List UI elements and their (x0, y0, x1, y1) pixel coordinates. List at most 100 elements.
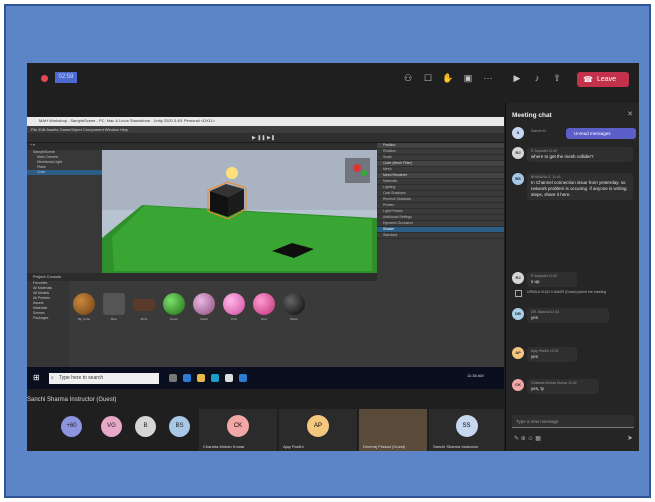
presenter-label: Sanchi Sharma Instructor (Guest) (27, 397, 117, 403)
chat-bubble: Ajay Pardhi 11:51 yes (527, 347, 577, 362)
asset-label: Pink (231, 317, 237, 321)
asset-label: Green (169, 317, 179, 321)
participants-strip: +60 VG B BS CK Chandra Mohan Kumar AP Aj… (27, 409, 504, 451)
microphone-icon[interactable]: ♪ (531, 72, 543, 84)
join-icon (515, 290, 522, 297)
participant-initials: AP (313, 423, 322, 429)
taskbar-search-label: Type here to search (59, 375, 104, 381)
leave-button[interactable]: ☎ Leave (577, 72, 629, 87)
camera-icon[interactable]: ▶ (511, 72, 523, 84)
system-message-text: URMILA VIJAY KUMAR (Guest) joined the me… (527, 290, 607, 294)
participant-avatar[interactable]: B (135, 416, 156, 437)
message-author: R Jayanthi (531, 149, 548, 153)
gif-icon[interactable]: ▦ (535, 436, 541, 442)
raise-hand-icon[interactable]: ✋ (442, 72, 454, 84)
inspector-panel: Position Rotation Scale Cube (Mesh Filte… (377, 143, 504, 367)
emoji-icon[interactable]: ☺ (527, 436, 533, 442)
breakout-rooms-icon[interactable]: ▣ (462, 72, 474, 84)
participant-name: Sanchi Sharma Instructor (433, 444, 479, 449)
scene-view (102, 143, 377, 273)
participant-avatar[interactable]: +60 (61, 416, 82, 437)
participant-avatar[interactable]: BS (169, 416, 190, 437)
meeting-chat-panel: Meeting chat ✕ Unread messages S Sanchi … (505, 103, 639, 451)
message-text: yes (531, 315, 539, 320)
scene-render (102, 150, 377, 273)
message-author: R Jayanthi (531, 274, 548, 278)
scene-tabs (102, 143, 377, 150)
participant-tile[interactable]: AP Ajay Pardhi (279, 409, 357, 451)
chat-bubble: R Jayanthi 11:40 where to get the mesh c… (527, 147, 633, 162)
attach-icon[interactable]: ⊕ (521, 436, 526, 442)
message-time: 11:41 (552, 175, 561, 179)
avatar: BS (512, 173, 524, 185)
browser-icon (239, 374, 247, 382)
asset-material (283, 293, 305, 315)
chat-icon[interactable]: ☐ (422, 72, 434, 84)
participant-name: Dheeraj Prasad (Guest) (363, 444, 406, 449)
asset-label: Black (290, 317, 298, 321)
unread-messages-button[interactable]: Unread messages (566, 128, 636, 139)
message-author: BHAVANA S. (531, 175, 552, 179)
project-tabs: Project Console (27, 273, 377, 281)
hierarchy-panel: + ▾ SampleScene Main Camera Directional … (27, 143, 102, 273)
unity-toolbar: ▶ ❚❚ ▶❚ (27, 133, 504, 143)
format-icon[interactable]: ✎ (514, 436, 519, 442)
unity-window-title: MAH Workshop - SampleScene - PC, Mac & L… (39, 118, 216, 123)
share-screen-icon[interactable]: ⇧ (551, 72, 563, 84)
send-icon[interactable]: ➤ (627, 434, 633, 442)
shared-screen: MAH Workshop - SampleScene - PC, Mac & L… (27, 117, 504, 389)
chat-bubble: Sanchi M. (527, 127, 567, 136)
participant-initials: B (143, 423, 148, 429)
asset-grid: Bk_Cube Blue Brick Green Metal Pink Red … (71, 293, 377, 333)
taskbar-search: ⌕ Type here to search (49, 373, 159, 384)
unity-task-icon (225, 374, 233, 382)
asset-material (253, 293, 275, 315)
avatar: CK (512, 379, 524, 391)
participant-initials: BS (175, 423, 184, 429)
participant-initials: +60 (66, 423, 77, 429)
meeting-toolbar: 02:59 ⚇ ☐ ✋ ▣ ··· ▶ ♪ ⇧ ☎ Leave (27, 63, 639, 94)
windows-start-icon: ⊞ (33, 373, 40, 382)
asset-label: Metal (200, 317, 208, 321)
meeting-timer: 02:59 (55, 72, 77, 83)
asset-material (133, 299, 155, 311)
participant-video-tile[interactable]: Dheeraj Prasad (Guest) (359, 409, 427, 451)
phone-icon: ☎ (583, 75, 593, 84)
message-author: Ajay Pardhi (531, 349, 549, 353)
message-input[interactable]: Type a new message (512, 415, 634, 428)
teams-meeting-window: 02:59 ⚇ ☐ ✋ ▣ ··· ▶ ♪ ⇧ ☎ Leave MAH Work… (27, 63, 639, 451)
message-text: where to get the mesh collider? (531, 154, 594, 159)
project-panel: Project Console Favorites All Materials … (27, 273, 377, 367)
asset-material (73, 293, 95, 315)
message-text: s up (531, 279, 540, 284)
chat-bubble: BHAVANA S. 11:41 In Channel connection i… (527, 173, 633, 200)
unity-menu-bar: File Edit Assets GameObject Component Wi… (27, 126, 504, 133)
project-tree-item: Packages (33, 316, 49, 320)
participant-tile[interactable]: SS Sanchi Sharma Instructor (429, 409, 504, 451)
participant-avatar[interactable]: VG (101, 416, 122, 437)
participant-avatar: AP (307, 415, 329, 437)
message-text: yes, ty (531, 386, 545, 391)
message-author: Sanchi M. (531, 129, 547, 133)
message-time: 11:40 (548, 149, 558, 153)
task-view-icon (169, 374, 177, 382)
edge-icon (183, 374, 191, 382)
message-time: 11:42 (548, 274, 558, 278)
avatar: RJ (512, 147, 524, 159)
participant-tile[interactable]: CK Chandra Mohan Kumar (199, 409, 277, 451)
participant-name: Chandra Mohan Kumar (203, 444, 245, 449)
unity-menu-items: File Edit Assets GameObject Component Wi… (31, 127, 129, 132)
more-actions-icon[interactable]: ··· (482, 72, 494, 84)
participant-avatar: SS (455, 415, 478, 437)
close-icon[interactable]: ✕ (627, 110, 633, 118)
asset-label: Red (261, 317, 267, 321)
message-author: Chandra Mohan Kumar (531, 381, 568, 385)
message-time: 11:52 (568, 381, 577, 385)
message-time: 11:43 (550, 310, 560, 314)
avatar: DB (512, 308, 524, 320)
hierarchy-item: Cube (27, 170, 102, 175)
participants-icon[interactable]: ⚇ (402, 72, 414, 84)
recording-indicator (41, 75, 48, 82)
unity-title-bar: MAH Workshop - SampleScene - PC, Mac & L… (27, 117, 504, 126)
avatar: AP (512, 347, 524, 359)
